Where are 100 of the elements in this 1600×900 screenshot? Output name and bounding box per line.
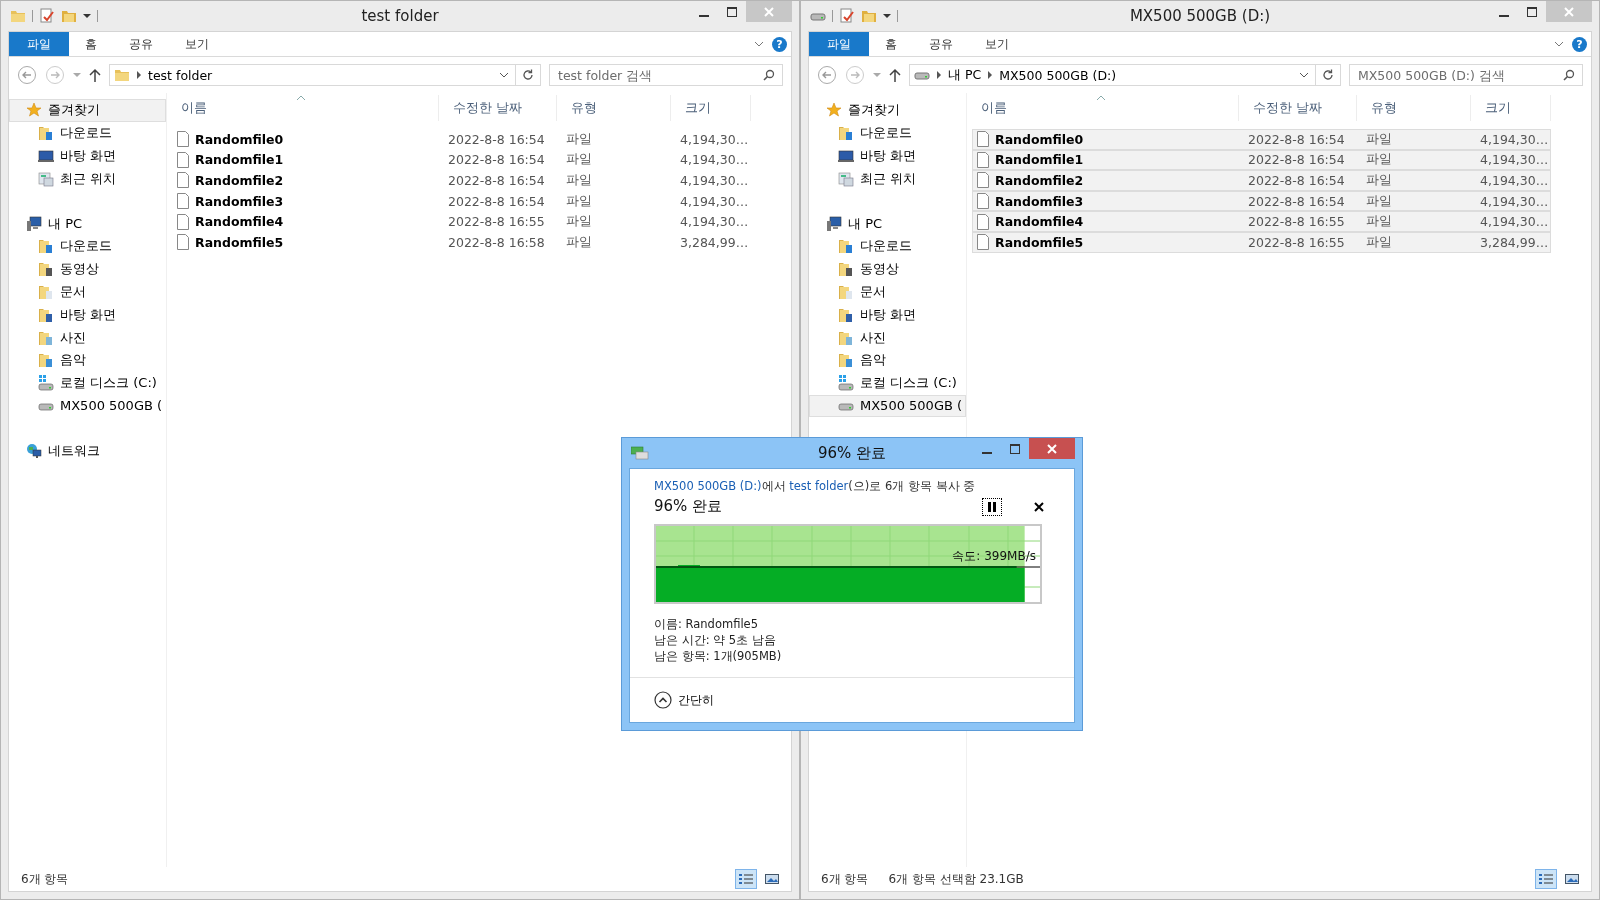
- breadcrumb-arrow-icon[interactable]: [936, 71, 942, 79]
- file-row[interactable]: Randomfile2 2022-8-8 16:54 파일 4,194,30…: [972, 170, 1551, 191]
- sidebar-item[interactable]: 로컬 디스크 (C:): [9, 371, 166, 395]
- pause-button[interactable]: [982, 497, 1002, 516]
- breadcrumb-arrow-icon[interactable]: [987, 71, 994, 79]
- breadcrumb[interactable]: 내 PC: [948, 66, 982, 84]
- sidebar-item[interactable]: 문서: [809, 280, 966, 304]
- ribbon-tab[interactable]: 공유: [913, 32, 969, 56]
- column-header[interactable]: 유형: [1357, 95, 1471, 121]
- up-arrow-icon[interactable]: [889, 68, 901, 82]
- ribbon-tab[interactable]: 공유: [113, 32, 169, 56]
- details-view-button[interactable]: [1535, 869, 1557, 889]
- column-header[interactable]: 크기: [1471, 95, 1551, 121]
- ribbon-tab[interactable]: 홈: [869, 32, 913, 56]
- sidebar-item[interactable]: 바탕 화면: [809, 144, 966, 168]
- dropdown-icon[interactable]: [83, 12, 91, 20]
- file-name: Randomfile0: [995, 131, 1084, 147]
- search-field[interactable]: MX500 500GB (D:) 검색: [1349, 64, 1583, 86]
- column-header[interactable]: 유형: [557, 95, 671, 121]
- file-row[interactable]: Randomfile3 2022-8-8 16:54 파일 4,194,30…: [172, 190, 751, 212]
- sidebar-item[interactable]: 동영상: [9, 257, 166, 281]
- sidebar-item[interactable]: 바탕 화면: [9, 144, 166, 168]
- file-row[interactable]: Randomfile2 2022-8-8 16:54 파일 4,194,30…: [172, 170, 751, 191]
- sidebar-item[interactable]: MX500 500GB (: [9, 394, 166, 418]
- folder-icon: [838, 352, 854, 369]
- column-header[interactable]: 이름: [167, 95, 439, 121]
- refresh-icon[interactable]: [522, 69, 534, 81]
- expand-ribbon-icon[interactable]: [1554, 39, 1564, 49]
- location-link[interactable]: test folder: [789, 479, 849, 493]
- sidebar-item[interactable]: 다운로드: [809, 235, 966, 258]
- breadcrumb[interactable]: test folder: [148, 67, 213, 83]
- file-row[interactable]: Randomfile0 2022-8-8 16:54 파일 4,194,30…: [172, 129, 751, 150]
- file-row[interactable]: Randomfile1 2022-8-8 16:54 파일 4,194,30…: [172, 149, 751, 171]
- sidebar-item[interactable]: 내 PC: [809, 212, 966, 235]
- file-row[interactable]: Randomfile3 2022-8-8 16:54 파일 4,194,30…: [972, 190, 1551, 212]
- fewer-details-button[interactable]: 간단히: [654, 691, 714, 709]
- sidebar-item[interactable]: MX500 500GB (: [809, 394, 966, 418]
- file-row[interactable]: Randomfile0 2022-8-8 16:54 파일 4,194,30…: [972, 129, 1551, 150]
- sidebar-item[interactable]: 네트워크: [9, 439, 166, 463]
- sidebar-item[interactable]: 사진: [809, 326, 966, 349]
- address-bar[interactable]: 내 PC MX500 500GB (D:): [909, 64, 1341, 86]
- sidebar-item[interactable]: 음악: [809, 348, 966, 372]
- column-header[interactable]: 이름: [967, 95, 1239, 121]
- properties-icon[interactable]: [839, 8, 855, 24]
- details-view-button[interactable]: [735, 869, 757, 889]
- help-icon[interactable]: ?: [772, 36, 787, 52]
- ribbon-tab[interactable]: 보기: [969, 32, 1025, 56]
- sidebar-item[interactable]: 바탕 화면: [9, 303, 166, 327]
- large-icons-view-icon: [1565, 873, 1579, 885]
- sidebar-item[interactable]: 최근 위치: [809, 167, 966, 191]
- location-link[interactable]: MX500 500GB (D:): [654, 479, 762, 493]
- up-arrow-icon[interactable]: [89, 68, 101, 82]
- column-header[interactable]: 수정한 날짜: [1239, 95, 1357, 121]
- address-bar[interactable]: test folder: [109, 64, 541, 86]
- ribbon-tab[interactable]: 파일: [809, 32, 869, 56]
- sidebar-item[interactable]: 바탕 화면: [809, 303, 966, 327]
- size-cell-text: 3,284,99…: [679, 234, 750, 250]
- close-button[interactable]: [1029, 438, 1075, 459]
- sidebar-item[interactable]: 다운로드: [9, 235, 166, 258]
- sidebar-item[interactable]: 음악: [9, 348, 166, 372]
- close-icon: [1034, 501, 1044, 512]
- sidebar-item[interactable]: 다운로드: [809, 121, 966, 145]
- expand-ribbon-icon[interactable]: [754, 39, 764, 49]
- properties-icon[interactable]: [39, 8, 55, 24]
- file-row[interactable]: Randomfile4 2022-8-8 16:55 파일 4,194,30…: [972, 211, 1551, 232]
- file-row[interactable]: Randomfile4 2022-8-8 16:55 파일 4,194,30…: [172, 211, 751, 232]
- refresh-icon[interactable]: [1322, 69, 1334, 81]
- column-header[interactable]: 크기: [671, 95, 751, 121]
- sidebar-item[interactable]: 사진: [9, 326, 166, 349]
- sidebar-item[interactable]: 문서: [9, 280, 166, 304]
- sidebar-item[interactable]: 다운로드: [9, 121, 166, 145]
- search-icon[interactable]: [763, 69, 775, 81]
- ribbon-tab[interactable]: 보기: [169, 32, 225, 56]
- file-row[interactable]: Randomfile1 2022-8-8 16:54 파일 4,194,30…: [972, 149, 1551, 171]
- file-row[interactable]: Randomfile5 2022-8-8 16:58 파일 3,284,99…: [172, 231, 751, 253]
- sidebar-item[interactable]: 즐겨찾기: [809, 99, 966, 122]
- folder-icon: [838, 125, 854, 142]
- ribbon-tab[interactable]: 파일: [9, 32, 69, 56]
- sidebar-item[interactable]: 동영상: [809, 257, 966, 281]
- help-icon[interactable]: ?: [1572, 36, 1587, 52]
- breadcrumb-arrow-icon[interactable]: [136, 71, 142, 79]
- dropdown-icon[interactable]: [1299, 70, 1309, 80]
- dropdown-icon[interactable]: [499, 70, 509, 80]
- sidebar-item[interactable]: 내 PC: [9, 212, 166, 235]
- ribbon-tab[interactable]: 홈: [69, 32, 113, 56]
- file-row[interactable]: Randomfile5 2022-8-8 16:55 파일 3,284,99…: [972, 231, 1551, 253]
- details-view-icon: [739, 873, 753, 885]
- breadcrumb[interactable]: MX500 500GB (D:): [999, 67, 1117, 83]
- date-cell-text: 2022-8-8 16:54: [447, 131, 546, 147]
- dropdown-icon[interactable]: [883, 12, 891, 20]
- file-icon: [977, 193, 989, 210]
- search-field[interactable]: test folder 검색: [549, 64, 783, 86]
- column-header[interactable]: 수정한 날짜: [439, 95, 557, 121]
- search-icon[interactable]: [1563, 69, 1575, 81]
- date-cell-text: 2022-8-8 16:54: [447, 173, 546, 188]
- sidebar-item[interactable]: 즐겨찾기: [9, 99, 166, 122]
- file-icon: [977, 172, 989, 189]
- sidebar-item[interactable]: 로컬 디스크 (C:): [809, 371, 966, 395]
- cancel-button[interactable]: [1032, 499, 1046, 514]
- sidebar-item[interactable]: 최근 위치: [9, 167, 166, 191]
